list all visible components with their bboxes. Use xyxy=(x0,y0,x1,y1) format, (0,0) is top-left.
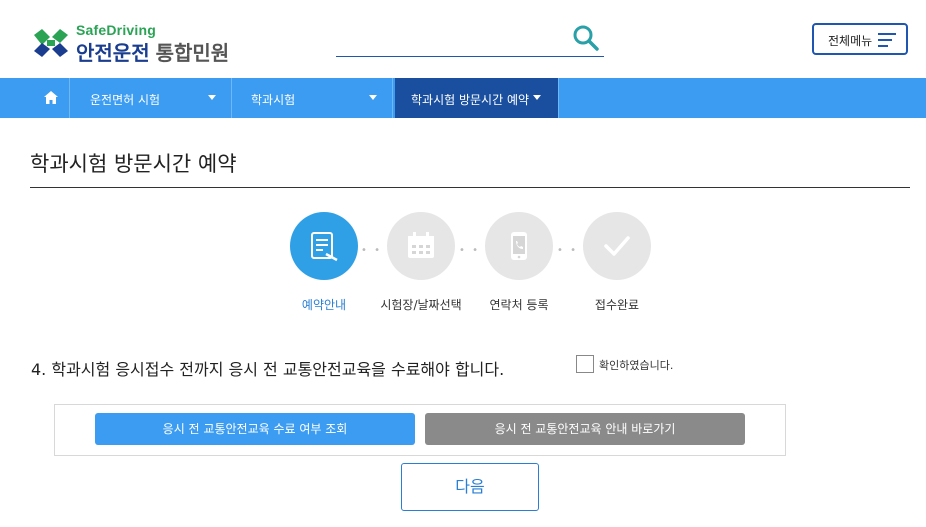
step-4-label: 접수완료 xyxy=(594,298,640,312)
step-3-circle xyxy=(485,212,553,280)
logo-title: 안전운전 통합민원 xyxy=(76,37,229,66)
logo[interactable]: SafeDriving 안전운전 통합민원 xyxy=(30,22,260,66)
page-title: 학과시험 방문시간 예약 xyxy=(30,152,237,176)
chevron-down-icon xyxy=(208,95,216,100)
checkmark-icon xyxy=(604,236,630,256)
step-1-label: 예약안내 xyxy=(301,298,347,312)
header: SafeDriving 안전운전 통합민원 전체메뉴 xyxy=(0,0,926,78)
chevron-down-icon xyxy=(369,95,377,100)
step-4-circle xyxy=(583,212,651,280)
search-icon[interactable] xyxy=(572,24,600,52)
check-education-completion-button[interactable]: 응시 전 교통안전교육 수료 여부 조회 xyxy=(95,413,415,445)
step-connector: • • xyxy=(361,245,382,256)
logo-subtitle: SafeDriving xyxy=(76,22,156,38)
nav-item-written-test[interactable]: 학과시험 xyxy=(235,78,393,118)
hamburger-icon xyxy=(878,33,896,47)
education-info-link-button[interactable]: 응시 전 교통안전교육 안내 바로가기 xyxy=(425,413,745,445)
logo-title-sub: 통합민원 xyxy=(155,41,230,65)
nav-item-label: 학과시험 xyxy=(251,93,296,107)
title-divider xyxy=(30,187,910,188)
step-connector: • • xyxy=(557,245,578,256)
logo-title-main: 안전운전 xyxy=(76,41,150,65)
main-navigation: 운전면허 시험 학과시험 학과시험 방문시간 예약 xyxy=(0,78,926,118)
nav-item-visit-reservation[interactable]: 학과시험 방문시간 예약 xyxy=(395,78,559,118)
nav-item-label: 학과시험 방문시간 예약 xyxy=(411,93,530,107)
nav-item-driving-test[interactable]: 운전면허 시험 xyxy=(74,78,232,118)
document-edit-icon xyxy=(311,232,338,262)
next-button[interactable]: 다음 xyxy=(401,463,539,511)
nav-home-button[interactable] xyxy=(0,78,70,118)
step-2-label: 시험장/날짜선택 xyxy=(380,298,462,312)
full-menu-button[interactable]: 전체메뉴 xyxy=(812,23,908,55)
logo-clover-icon xyxy=(34,29,68,57)
notice-text: 4. 학과시험 응시접수 전까지 응시 전 교통안전교육을 수료해야 합니다. xyxy=(31,360,505,379)
confirm-checkbox[interactable] xyxy=(576,355,594,373)
search-input[interactable] xyxy=(336,22,604,57)
calendar-icon xyxy=(408,232,434,258)
step-progress: • • • • • • 예약안내 시험장/날짜선택 연락처 등록 접수완료 xyxy=(0,212,926,322)
step-connector: • • xyxy=(459,245,480,256)
chevron-down-icon xyxy=(533,95,541,100)
home-icon xyxy=(44,91,58,104)
step-1-circle xyxy=(290,212,358,280)
confirm-checkbox-label[interactable]: 확인하였습니다. xyxy=(599,357,673,373)
phone-icon xyxy=(511,232,527,260)
step-2-circle xyxy=(387,212,455,280)
step-3-label: 연락처 등록 xyxy=(489,298,549,312)
nav-item-label: 운전면허 시험 xyxy=(90,93,161,107)
full-menu-label: 전체메뉴 xyxy=(828,34,873,48)
